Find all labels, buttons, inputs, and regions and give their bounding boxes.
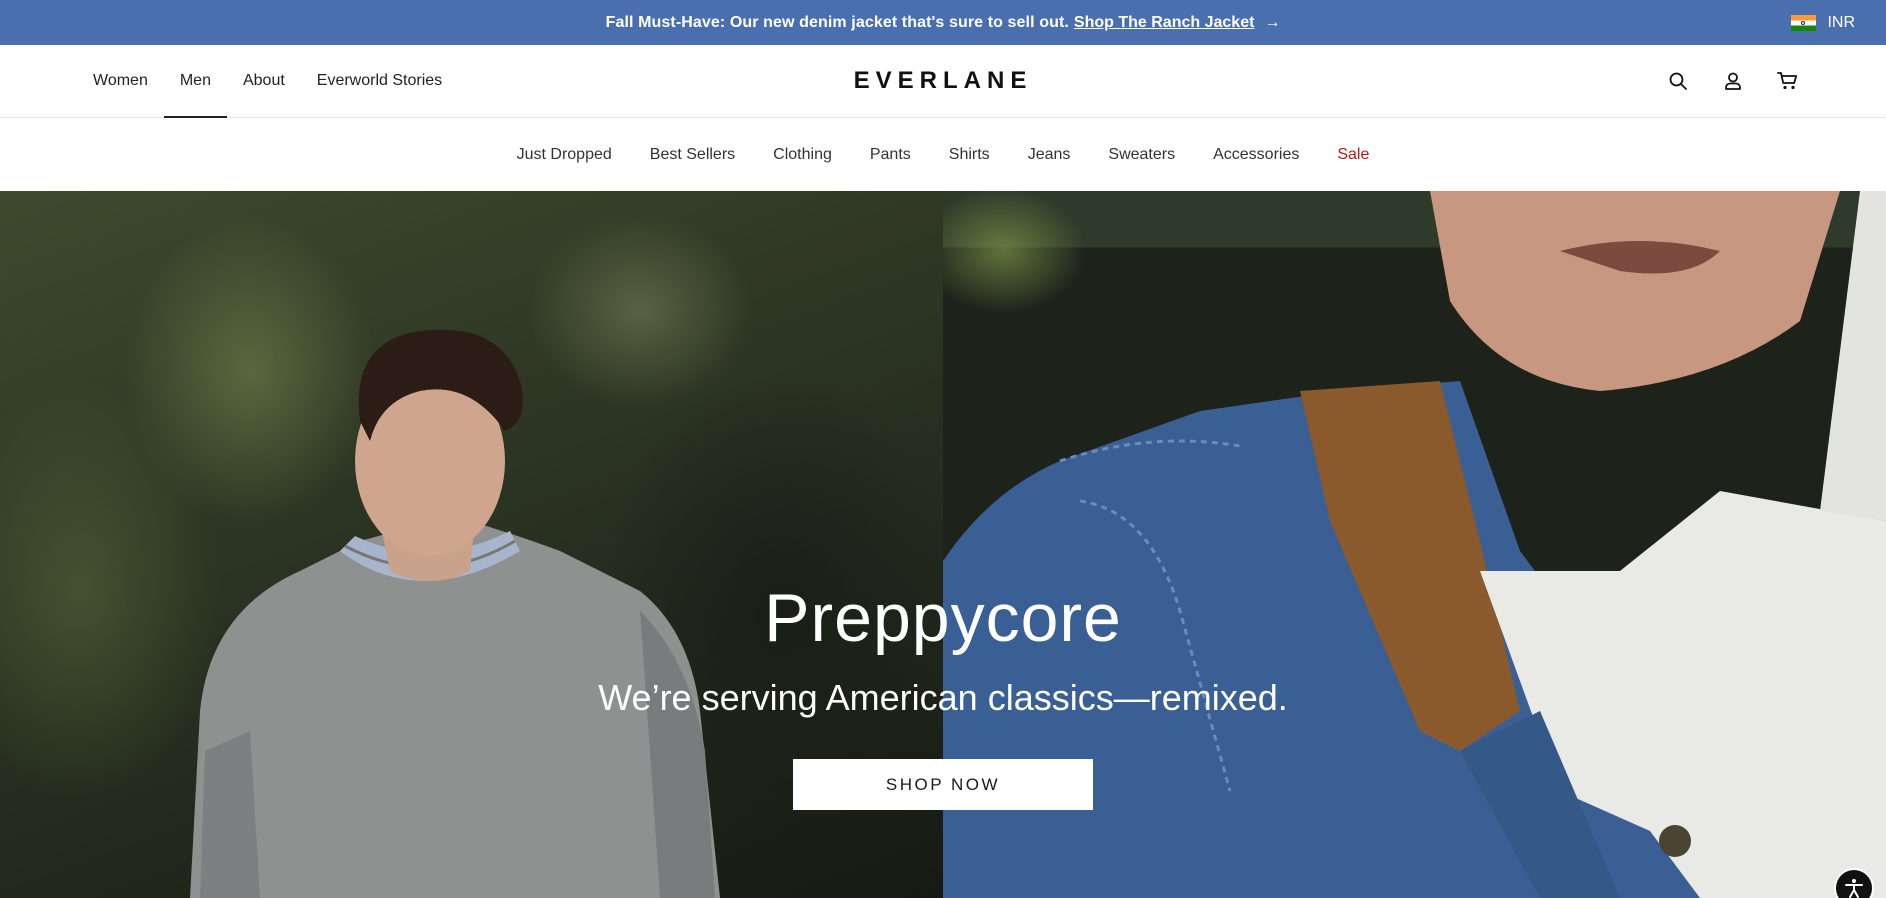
announcement-message: Fall Must-Have: Our new denim jacket tha… bbox=[605, 13, 1069, 31]
category-clothing[interactable]: Clothing bbox=[773, 146, 832, 164]
everlane-logo[interactable]: EVERLANE bbox=[854, 67, 1033, 95]
category-jeans[interactable]: Jeans bbox=[1028, 146, 1071, 164]
cart-icon[interactable] bbox=[1776, 69, 1800, 93]
nav-men[interactable]: Men bbox=[163, 45, 228, 118]
nav-about[interactable]: About bbox=[227, 45, 301, 117]
category-nav: Just Dropped Best Sellers Clothing Pants… bbox=[0, 118, 1886, 191]
category-pants[interactable]: Pants bbox=[870, 146, 911, 164]
shop-ranch-jacket-link[interactable]: Shop The Ranch Jacket bbox=[1074, 14, 1255, 32]
nav-women[interactable]: Women bbox=[77, 45, 164, 117]
currency-selector[interactable]: INR bbox=[1791, 0, 1855, 45]
category-sale[interactable]: Sale bbox=[1337, 146, 1369, 164]
nav-everworld-stories[interactable]: Everworld Stories bbox=[301, 45, 458, 117]
category-sweaters[interactable]: Sweaters bbox=[1108, 146, 1175, 164]
category-shirts[interactable]: Shirts bbox=[949, 146, 990, 164]
category-accessories[interactable]: Accessories bbox=[1213, 146, 1299, 164]
account-icon[interactable] bbox=[1721, 69, 1745, 93]
hero-title: Preppycore bbox=[764, 580, 1122, 656]
search-icon[interactable] bbox=[1666, 69, 1690, 93]
india-flag-icon bbox=[1791, 14, 1817, 31]
currency-label: INR bbox=[1827, 13, 1855, 31]
primary-nav: Women Men About Everworld Stories bbox=[77, 45, 458, 118]
hero-banner: Preppycore We’re serving American classi… bbox=[0, 191, 1886, 898]
category-best-sellers[interactable]: Best Sellers bbox=[650, 146, 735, 164]
header-actions bbox=[1635, 45, 1800, 117]
main-header: Women Men About Everworld Stories EVERLA… bbox=[0, 45, 1886, 118]
hero-subtitle: We’re serving American classics—remixed. bbox=[598, 676, 1288, 718]
shop-now-button[interactable]: SHOP NOW bbox=[793, 758, 1093, 810]
hero-content: Preppycore We’re serving American classi… bbox=[0, 581, 1886, 810]
announcement-bar: Fall Must-Have: Our new denim jacket tha… bbox=[0, 0, 1886, 45]
arrow-right-icon[interactable]: → bbox=[1264, 14, 1280, 32]
category-just-dropped[interactable]: Just Dropped bbox=[517, 146, 612, 164]
